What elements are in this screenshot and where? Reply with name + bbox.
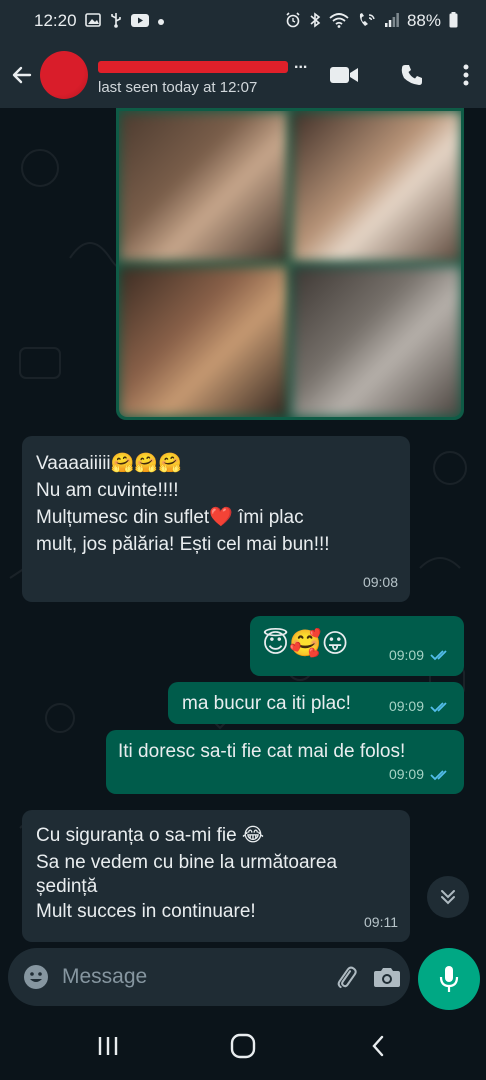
- photo-thumbnail[interactable]: [292, 266, 461, 417]
- message-meta: 09:09: [389, 640, 452, 670]
- message-line: Sa ne vedem cu bine la următoarea: [36, 852, 338, 873]
- message-line: Nu am cuvinte!!!!: [36, 480, 179, 501]
- system-navigation-bar: [0, 1012, 486, 1080]
- message-meta: 09:09: [389, 761, 452, 788]
- camera-icon[interactable]: [373, 959, 401, 995]
- read-ticks-icon: [430, 650, 447, 661]
- voice-record-button[interactable]: [418, 948, 480, 1010]
- message-meta: 09:11: [364, 909, 398, 936]
- message-line: Mulțumesc din suflet❤️ îmi plac: [36, 507, 304, 528]
- name-redaction: [98, 60, 288, 73]
- battery-icon: [449, 12, 458, 30]
- signal-icon: [384, 13, 399, 29]
- message-line: Mult succes in continuare!: [36, 901, 256, 922]
- alarm-icon: [285, 12, 301, 30]
- scroll-to-bottom-button[interactable]: [427, 876, 469, 918]
- last-seen-status: last seen today at 12:07: [98, 78, 258, 96]
- media-grid: [119, 111, 461, 417]
- message-input[interactable]: [62, 965, 333, 989]
- message-composer: [8, 948, 410, 1006]
- composer-bar: [0, 944, 486, 1012]
- dot-icon: [157, 15, 165, 28]
- message-line: Cu siguranța o sa-mi fie 😂: [36, 825, 265, 846]
- status-bar: 12:20 88%: [0, 0, 486, 42]
- gallery-icon: [84, 13, 101, 29]
- contact-name: ...: [98, 55, 310, 77]
- message-line: ședință: [36, 876, 98, 897]
- battery-percent: 88%: [406, 11, 441, 30]
- message-bubble-outgoing[interactable]: ma bucur ca iti plac! 09:09: [168, 682, 464, 724]
- menu-icon[interactable]: [446, 48, 486, 102]
- recent-apps-icon[interactable]: [68, 1016, 148, 1076]
- read-ticks-icon: [430, 769, 447, 780]
- photo-thumbnail[interactable]: [119, 111, 288, 262]
- photo-thumbnail[interactable]: [119, 266, 288, 417]
- contact-avatar[interactable]: [40, 51, 88, 99]
- microphone-icon: [439, 966, 459, 992]
- message-time: 09:08: [362, 574, 398, 590]
- contact-name-text: ...: [294, 54, 308, 72]
- home-icon[interactable]: [203, 1016, 283, 1076]
- video-call-icon[interactable]: [310, 48, 378, 102]
- message-time: 09:11: [364, 914, 398, 930]
- message-bubble-incoming[interactable]: Vaaaaiiiii🤗🤗🤗 Nu am cuvinte!!!! Mulțumes…: [22, 436, 410, 602]
- message-meta: 09:09: [389, 693, 452, 720]
- photo-thumbnail[interactable]: [292, 111, 461, 262]
- back-arrow-icon[interactable]: [8, 61, 36, 89]
- message-meta: 09:08: [363, 569, 398, 596]
- bluetooth-icon: [309, 12, 321, 30]
- double-chevron-down-icon: [441, 890, 455, 905]
- attach-icon[interactable]: [333, 959, 359, 995]
- phone-icon[interactable]: [378, 48, 446, 102]
- youtube-icon: [130, 13, 149, 29]
- message-time: 09:09: [388, 698, 424, 714]
- message-line: Vaaaaiiiii🤗🤗🤗: [36, 453, 182, 474]
- status-right: 88%: [285, 11, 458, 31]
- message-bubble-outgoing[interactable]: Iti doresc sa-ti fie cat mai de folos! 0…: [106, 730, 464, 794]
- chat-header: ... last seen today at 12:07: [0, 42, 486, 108]
- status-left: 12:20: [34, 11, 165, 31]
- status-time: 12:20: [34, 11, 77, 30]
- message-bubble-incoming[interactable]: Cu siguranța o sa-mi fie 😂 Sa ne vedem c…: [22, 810, 410, 942]
- header-actions: [310, 48, 486, 102]
- wifi-call-icon: [357, 12, 377, 30]
- message-bubble-outgoing[interactable]: 😇🥰😛 09:09: [250, 616, 464, 676]
- message-time: 09:09: [388, 766, 424, 782]
- usb-icon: [109, 12, 123, 30]
- back-nav-icon[interactable]: [338, 1016, 418, 1076]
- message-line: mult, jos pălăria! Ești cel mai bun!!!: [36, 534, 330, 555]
- message-time: 09:09: [388, 647, 424, 663]
- contact-info[interactable]: ... last seen today at 12:07: [98, 55, 310, 96]
- read-ticks-icon: [430, 701, 447, 712]
- wifi-icon: [329, 12, 349, 30]
- chat-area[interactable]: Vaaaaiiiii🤗🤗🤗 Nu am cuvinte!!!! Mulțumes…: [0, 108, 486, 944]
- media-album[interactable]: [116, 108, 464, 420]
- emoji-icon[interactable]: [22, 959, 50, 995]
